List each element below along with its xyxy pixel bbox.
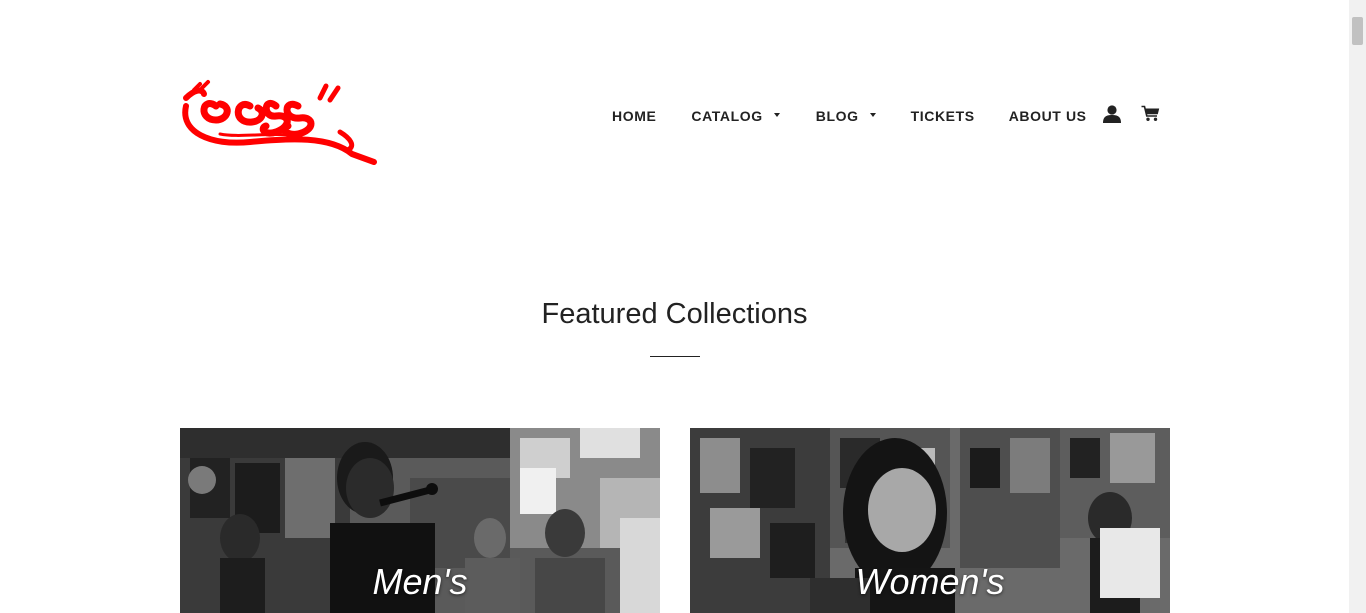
nav-blog[interactable]: BLOG xyxy=(816,108,876,124)
scrollbar-thumb[interactable] xyxy=(1352,17,1363,45)
graffiti-logo-icon xyxy=(182,80,377,165)
cart-icon xyxy=(1141,105,1160,121)
site-logo[interactable] xyxy=(180,76,380,168)
mens-collection-label: Men's xyxy=(372,561,468,602)
title-divider xyxy=(650,356,700,357)
caret-down-icon xyxy=(773,113,780,117)
nav-tickets[interactable]: TICKETS xyxy=(911,108,975,124)
user-icon xyxy=(1103,105,1121,123)
nav-catalog-label: CATALOG xyxy=(691,108,763,124)
nav-blog-label: BLOG xyxy=(815,108,859,124)
nav-catalog[interactable]: CATALOG xyxy=(691,108,780,124)
nav-home[interactable]: HOME xyxy=(612,108,656,124)
nav-tickets-label: TICKETS xyxy=(910,108,975,124)
collection-card-mens[interactable]: Men's xyxy=(180,428,660,613)
account-button[interactable] xyxy=(1102,104,1122,124)
cart-button[interactable] xyxy=(1141,105,1160,122)
nav-home-label: HOME xyxy=(612,108,657,124)
womens-collection-label: Women's xyxy=(855,561,1005,602)
nav-about-us[interactable]: ABOUT US xyxy=(1009,108,1087,124)
collection-card-womens[interactable]: Women's xyxy=(690,428,1170,613)
nav-about-us-label: ABOUT US xyxy=(1008,108,1087,124)
main-nav: HOME CATALOG BLOG TICKETS ABOUT US xyxy=(612,103,1087,129)
featured-collections-title: Featured Collections xyxy=(541,298,808,330)
caret-down-icon xyxy=(869,113,876,117)
page-scrollbar[interactable] xyxy=(1349,0,1366,613)
